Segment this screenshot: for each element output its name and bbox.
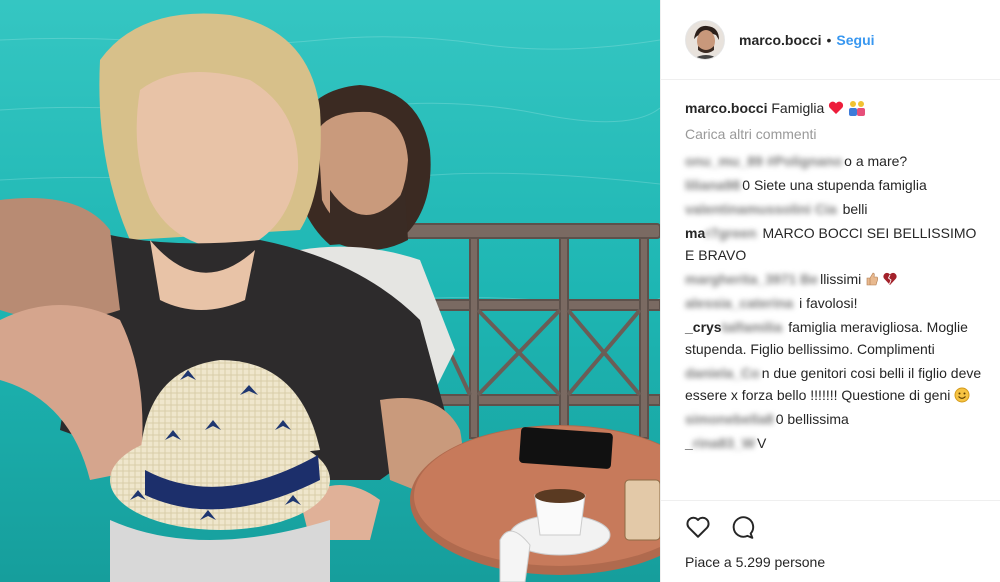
comment-text: 0 bellissima: [775, 411, 849, 427]
smiley-emoji-icon: [954, 387, 970, 403]
author-username[interactable]: marco.bocci: [739, 32, 821, 48]
comment: valentinamussolini Cia belli: [685, 198, 985, 220]
comment: mar7green MARCO BOCCI SEI BELLISSIMO E B…: [685, 222, 985, 266]
comment-text: i favolosi!: [799, 295, 858, 311]
comment: onu_mu_89 #Polignano o a mare?: [685, 150, 985, 172]
likes-count[interactable]: Piace a 5.299 persone: [685, 554, 825, 570]
family-emoji-icon: [849, 101, 866, 116]
comment-text: o a mare?: [844, 153, 908, 169]
caption-text: Famiglia: [771, 100, 825, 116]
follow-button[interactable]: Segui: [836, 32, 874, 48]
avatar[interactable]: [685, 19, 725, 60]
comment-username-blurred[interactable]: simonebella8: [685, 408, 774, 430]
comment-username-visible[interactable]: _crys: [685, 319, 722, 335]
photo-illustration: [0, 0, 660, 582]
thumbs-up-emoji-icon: [866, 272, 879, 286]
avatar-image: [686, 20, 724, 59]
post-side-panel: marco.bocci • Segui marco.bocci Famiglia…: [660, 0, 1000, 582]
comment: margherita_3971 Be llissimi: [685, 268, 985, 290]
comment-username-blurred[interactable]: daniela_Co: [685, 362, 760, 384]
comment: _rina83_W V: [685, 432, 985, 454]
comment: alessia_caterina i favolosi!: [685, 292, 985, 314]
comment-username-visible[interactable]: _: [685, 435, 693, 451]
heart-outline-icon[interactable]: [685, 514, 711, 540]
comment-bubble-icon[interactable]: [729, 514, 755, 540]
comment-text: belli: [842, 201, 868, 217]
comment: simonebella8 0 bellissima: [685, 408, 985, 430]
red-heart-emoji-icon: [829, 101, 844, 114]
comment-username-blurred[interactable]: talfamilia: [722, 316, 783, 338]
actions-divider: [661, 500, 1000, 501]
broken-heart-emoji-icon: [883, 272, 897, 285]
comment-text: V: [757, 435, 767, 451]
comment-username-blurred[interactable]: onu_mu_89 #Polignano: [685, 150, 842, 172]
comment-username-blurred[interactable]: valentinamussolini Cia: [685, 198, 837, 220]
post-header: marco.bocci • Segui: [661, 0, 1000, 80]
comment-username-blurred[interactable]: alessia_caterina: [685, 292, 793, 314]
comment-username-blurred[interactable]: margherita_3971 Be: [685, 268, 818, 290]
comment-username-visible[interactable]: ma: [685, 225, 705, 241]
caption: marco.bocci Famiglia: [685, 98, 985, 118]
comment: daniela_Co n due genitori cosi belli il f…: [685, 362, 985, 406]
post-photo[interactable]: [0, 0, 660, 582]
comment-text: llissimi: [820, 271, 862, 287]
comment-username-blurred[interactable]: rina83_W: [693, 432, 755, 454]
comment: liliana98 0 Siete una stupenda famiglia: [685, 174, 985, 196]
load-more-comments-link[interactable]: Carica altri commenti: [685, 126, 985, 142]
comment-username-blurred[interactable]: liliana98: [685, 174, 740, 196]
comments-list: marco.bocci Famiglia Carica altri commen…: [685, 98, 985, 456]
action-bar: [685, 514, 755, 540]
caption-username[interactable]: marco.bocci: [685, 100, 767, 116]
comment: _crystalfamilia famiglia meravigliosa. M…: [685, 316, 985, 360]
comment-username-blurred[interactable]: r7green: [705, 222, 756, 244]
comment-text: 0 Siete una stupenda famiglia: [742, 177, 927, 193]
separator-dot: •: [826, 31, 832, 48]
